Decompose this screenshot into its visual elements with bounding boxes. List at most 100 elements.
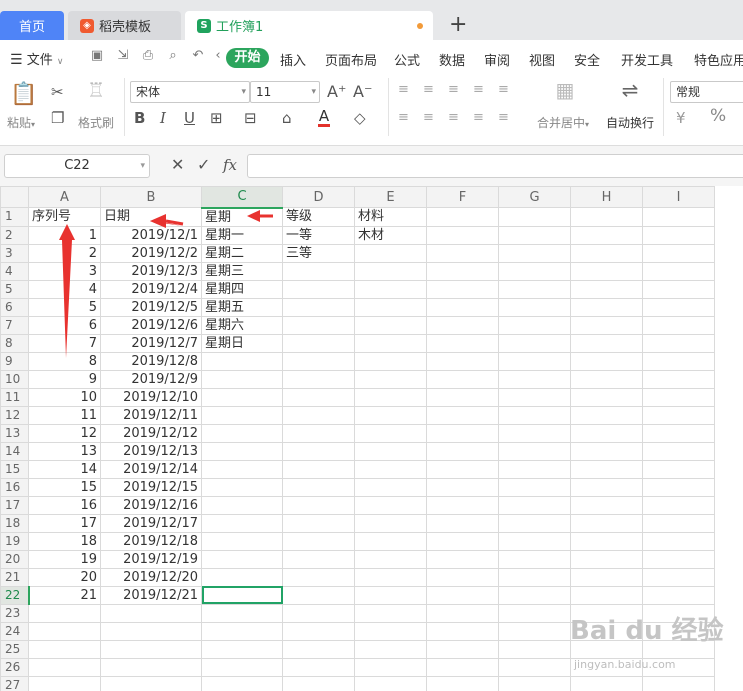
cell-h8[interactable] xyxy=(570,333,643,353)
cell-i17[interactable] xyxy=(642,495,715,515)
cell-b5[interactable]: 2019/12/4 xyxy=(100,279,202,299)
cell-b14[interactable]: 2019/12/13 xyxy=(100,441,202,461)
cell-d8[interactable] xyxy=(282,333,355,353)
cell-i13[interactable] xyxy=(642,423,715,443)
cell-a2[interactable]: 1 xyxy=(28,225,101,245)
cell-d11[interactable] xyxy=(282,387,355,407)
fill-color-icon[interactable]: ⌂ xyxy=(282,110,292,126)
cell-b12[interactable]: 2019/12/11 xyxy=(100,405,202,425)
cell-e5[interactable] xyxy=(354,279,427,299)
format-painter-label[interactable]: 格式刷 xyxy=(78,114,114,131)
row-header[interactable]: 19 xyxy=(0,531,29,551)
orientation-icon[interactable]: ≡ xyxy=(473,82,484,98)
cell-g11[interactable] xyxy=(498,387,571,407)
cell-b3[interactable]: 2019/12/2 xyxy=(100,243,202,263)
cell-a14[interactable]: 13 xyxy=(28,441,101,461)
cell-e10[interactable] xyxy=(354,369,427,389)
cell-f5[interactable] xyxy=(426,279,499,299)
row-header[interactable]: 10 xyxy=(0,369,29,389)
cell-d15[interactable] xyxy=(282,459,355,479)
cell-f21[interactable] xyxy=(426,567,499,587)
row-header[interactable]: 11 xyxy=(0,387,29,407)
confirm-check-icon[interactable]: ✓ xyxy=(197,156,210,174)
cell-e20[interactable] xyxy=(354,549,427,569)
column-header-i[interactable]: I xyxy=(642,186,715,208)
cut-icon[interactable]: ✂ xyxy=(51,84,64,100)
cell-d18[interactable] xyxy=(282,513,355,533)
cell-d9[interactable] xyxy=(282,351,355,371)
italic-icon[interactable]: I xyxy=(160,110,166,126)
cell-i4[interactable] xyxy=(642,261,715,281)
row-header[interactable]: 8 xyxy=(0,333,29,353)
cell-f27[interactable] xyxy=(426,675,499,691)
cell-a21[interactable]: 20 xyxy=(28,567,101,587)
tab-workbook[interactable]: S 工作簿1 xyxy=(185,11,433,40)
cell-i2[interactable] xyxy=(642,225,715,245)
cell-f20[interactable] xyxy=(426,549,499,569)
cell-b9[interactable]: 2019/12/8 xyxy=(100,351,202,371)
cell-c10[interactable] xyxy=(201,369,283,389)
cell-g15[interactable] xyxy=(498,459,571,479)
cell-a9[interactable]: 8 xyxy=(28,351,101,371)
cell-d2[interactable]: 一等 xyxy=(282,225,355,245)
wrap-text-icon[interactable]: ⇌ xyxy=(618,80,642,100)
cell-i11[interactable] xyxy=(642,387,715,407)
cell-e15[interactable] xyxy=(354,459,427,479)
align-left-icon[interactable]: ≡ xyxy=(398,110,409,126)
cell-a11[interactable]: 10 xyxy=(28,387,101,407)
cell-e23[interactable] xyxy=(354,603,427,623)
cell-d16[interactable] xyxy=(282,477,355,497)
cell-e8[interactable] xyxy=(354,333,427,353)
cell-h5[interactable] xyxy=(570,279,643,299)
merge-center-icon[interactable]: ▦ xyxy=(553,80,577,100)
cell-d12[interactable] xyxy=(282,405,355,425)
menu-review[interactable]: 审阅 xyxy=(484,50,510,69)
cell-c25[interactable] xyxy=(201,639,283,659)
row-header[interactable]: 6 xyxy=(0,297,29,317)
cell-f14[interactable] xyxy=(426,441,499,461)
cell-a3[interactable]: 2 xyxy=(28,243,101,263)
row-header[interactable]: 3 xyxy=(0,243,29,263)
cell-a19[interactable]: 18 xyxy=(28,531,101,551)
menu-insert[interactable]: 插入 xyxy=(280,50,306,69)
cell-b2[interactable]: 2019/12/1 xyxy=(100,225,202,245)
cell-g17[interactable] xyxy=(498,495,571,515)
print-icon[interactable]: ⎙ xyxy=(141,49,155,63)
cell-g20[interactable] xyxy=(498,549,571,569)
cell-h9[interactable] xyxy=(570,351,643,371)
formula-input[interactable] xyxy=(247,154,743,178)
border-icon[interactable]: ⊞ xyxy=(210,110,223,126)
tab-home[interactable]: 首页 xyxy=(0,11,64,40)
cell-c7[interactable]: 星期六 xyxy=(201,315,283,335)
row-header[interactable]: 9 xyxy=(0,351,29,371)
cell-b8[interactable]: 2019/12/7 xyxy=(100,333,202,353)
cell-a13[interactable]: 12 xyxy=(28,423,101,443)
cell-c8[interactable]: 星期日 xyxy=(201,333,283,353)
cell-c23[interactable] xyxy=(201,603,283,623)
align-right-icon[interactable]: ≡ xyxy=(448,110,459,126)
cell-f6[interactable] xyxy=(426,297,499,317)
cell-d7[interactable] xyxy=(282,315,355,335)
cell-f19[interactable] xyxy=(426,531,499,551)
cell-f23[interactable] xyxy=(426,603,499,623)
row-header[interactable]: 17 xyxy=(0,495,29,515)
cell-c9[interactable] xyxy=(201,351,283,371)
cell-g2[interactable] xyxy=(498,225,571,245)
cell-c21[interactable] xyxy=(201,567,283,587)
cell-a26[interactable] xyxy=(28,657,101,677)
row-header[interactable]: 26 xyxy=(0,657,29,677)
cell-e2[interactable]: 木材 xyxy=(354,225,427,245)
align-bottom-icon[interactable]: ≡ xyxy=(448,82,459,98)
menu-data[interactable]: 数据 xyxy=(439,50,465,69)
row-header[interactable]: 4 xyxy=(0,261,29,281)
bold-icon[interactable]: B xyxy=(134,110,145,126)
cell-d3[interactable]: 三等 xyxy=(282,243,355,263)
cell-d24[interactable] xyxy=(282,621,355,641)
cell-e21[interactable] xyxy=(354,567,427,587)
underline-icon[interactable]: U xyxy=(184,110,195,126)
undo-icon[interactable]: ↶ xyxy=(191,49,205,63)
cell-c5[interactable]: 星期四 xyxy=(201,279,283,299)
cell-b17[interactable]: 2019/12/16 xyxy=(100,495,202,515)
cell-e6[interactable] xyxy=(354,297,427,317)
cell-f22[interactable] xyxy=(426,585,499,605)
